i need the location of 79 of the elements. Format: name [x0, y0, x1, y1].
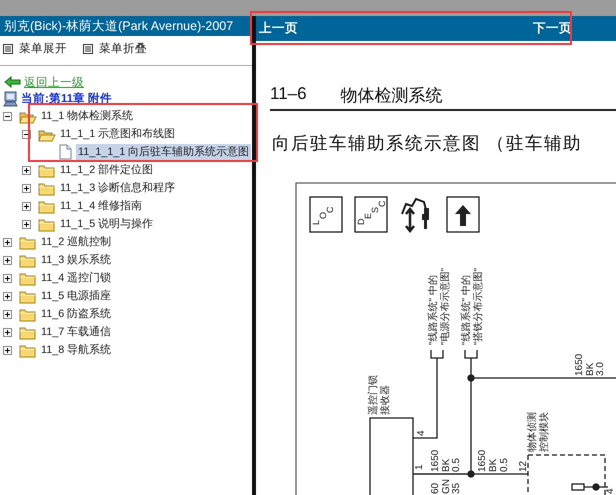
expand-icon[interactable] — [3, 328, 12, 336]
previous-page-link[interactable]: 上一页 — [259, 20, 298, 37]
diagram-label: "电源分布示意图" — [440, 268, 451, 345]
car-wrench-icon — [401, 198, 429, 233]
folder-icon — [19, 324, 37, 340]
left-arrow-icon[interactable] — [4, 76, 21, 88]
wire-label: BK — [441, 458, 452, 472]
folder-icon — [38, 216, 56, 232]
diagram-label: "线路系统" 中的 — [428, 275, 439, 345]
tree-item[interactable]: 11_1_1 示意图和布线图 — [58, 126, 178, 142]
current-location: 当前:第11章 附件 — [21, 91, 112, 106]
folder-icon — [19, 270, 37, 286]
wire-label: BK — [585, 362, 596, 376]
expand-icon[interactable] — [3, 292, 12, 300]
tree-item[interactable]: 11_3 娱乐系统 — [39, 252, 114, 268]
tree-item[interactable]: 11_7 车载通信 — [39, 324, 114, 340]
wire-label: 0.5 — [499, 458, 510, 472]
expand-icon[interactable] — [3, 256, 12, 264]
section-title: 物体检测系统 — [340, 85, 443, 107]
component-label: 物体侦测 — [527, 412, 538, 452]
folder-icon — [38, 198, 56, 214]
document-icon — [57, 144, 74, 160]
folder-icon — [19, 306, 37, 322]
collapse-icon[interactable] — [3, 112, 12, 120]
wire-label: 3.0 — [595, 362, 606, 376]
wire-label: 35 — [451, 482, 462, 494]
wire-label: 60 — [430, 482, 441, 494]
folder-icon — [19, 342, 37, 358]
menu-button[interactable]: 菜单展开 — [19, 41, 67, 56]
tree-item[interactable]: 11_5 电源插座 — [39, 288, 114, 304]
diagram-heading: 向后驻车辅助系统示意图 （驻车辅助 — [272, 132, 583, 155]
expand-icon[interactable] — [3, 238, 12, 246]
section-number: 11–6 — [270, 84, 307, 105]
folder-icon — [19, 288, 37, 304]
expand-icon[interactable] — [3, 310, 12, 318]
tree-item[interactable]: 11_8 导航系统 — [39, 342, 114, 358]
folder-icon — [38, 162, 56, 178]
tree-item[interactable]: 11_4 遥控门锁 — [39, 270, 114, 286]
tree-item[interactable]: 11_2 巡航控制 — [39, 234, 114, 250]
folder-icon — [19, 234, 37, 250]
component-label: 遥控门锁 — [368, 375, 379, 415]
diagram-label: "搭铁分布示意图" — [473, 268, 484, 345]
letter-symbol: L O C — [309, 196, 343, 233]
diagram-label: "线路系统" 中的 — [461, 275, 472, 345]
expand-icon[interactable] — [3, 346, 12, 354]
expand-icon[interactable] — [22, 202, 31, 210]
menu-button[interactable]: 菜单折叠 — [99, 41, 147, 56]
wire-label: 1650 — [574, 354, 585, 376]
pin-number: 1 — [414, 464, 425, 470]
wire-label: GN — [441, 479, 452, 494]
next-page-link[interactable]: 下一页 — [533, 20, 572, 37]
expand-icon[interactable] — [22, 166, 31, 174]
wire-label: 1650 — [477, 450, 488, 472]
component-label: 控制模块 — [539, 412, 550, 452]
expand-icon[interactable] — [3, 274, 12, 282]
wire-label: 0.5 — [451, 458, 462, 472]
back-link[interactable]: 返回上一级 — [24, 74, 84, 90]
tree-item[interactable]: 11_1 物体检测系统 — [39, 108, 136, 124]
computer-icon — [3, 90, 18, 106]
pin-number: 4 — [416, 430, 427, 436]
folder-icon — [19, 252, 37, 268]
tree-item[interactable]: 11_1_1_1 向后驻车辅助系统示意图 — [76, 144, 252, 160]
component-label: 接收器 — [380, 385, 391, 415]
tree-item[interactable]: 11_1_4 维修指南 — [58, 198, 144, 214]
pin-number: 4 — [605, 488, 616, 494]
letter-symbol: D E S C — [354, 196, 388, 233]
list-icon[interactable] — [3, 44, 13, 54]
tree-item[interactable]: 11_6 防盗系统 — [39, 306, 114, 322]
folder-icon — [38, 180, 56, 196]
tree-item[interactable]: 11_1_3 诊断信息和程序 — [58, 180, 178, 196]
wire-label: 1650 — [430, 450, 441, 472]
expand-icon[interactable] — [22, 184, 31, 192]
tree-item[interactable]: 11_1_2 部件定位图 — [58, 162, 156, 178]
window-title: 别克(Bick)-林荫大道(Park Avernue)-2007 — [0, 16, 252, 36]
pin-number: 12 — [518, 460, 529, 472]
wire-label: BK — [488, 458, 499, 472]
list-icon[interactable] — [83, 44, 93, 54]
tree-item[interactable]: 11_1_5 说明与操作 — [58, 216, 156, 232]
expand-icon[interactable] — [22, 220, 31, 228]
